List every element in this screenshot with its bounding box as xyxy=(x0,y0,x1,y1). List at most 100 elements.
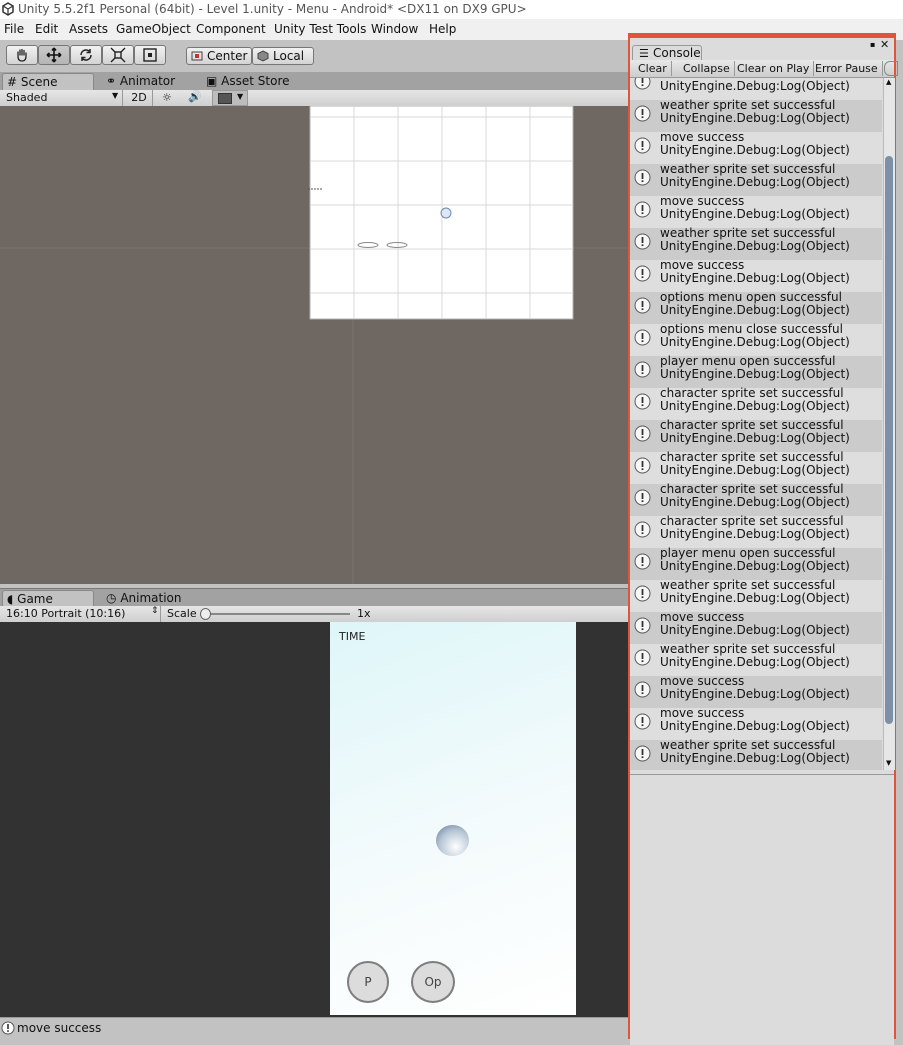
move-arrows-icon xyxy=(46,47,62,63)
menu-help[interactable]: Help xyxy=(429,22,456,36)
game-view[interactable]: TIME P Op xyxy=(0,622,630,1017)
list-item[interactable]: character sprite set successful UnityEngi… xyxy=(630,419,882,452)
pivot-label: Center xyxy=(207,49,248,63)
scroll-up-icon[interactable]: ▲ xyxy=(886,78,891,86)
search-icon[interactable] xyxy=(884,61,898,76)
list-item[interactable]: player menu open successful UnityEngine.D… xyxy=(630,547,882,580)
list-item[interactable]: move successUnityEngine.Debug:Log(Object… xyxy=(630,78,882,100)
tab-game[interactable]: ◖ Game xyxy=(2,590,94,607)
time-label: TIME xyxy=(339,630,366,643)
log-trace: UnityEngine.Debug:Log(Object) xyxy=(660,655,850,669)
menu-window[interactable]: Window xyxy=(371,22,418,36)
scene-view[interactable] xyxy=(0,106,630,584)
list-item[interactable]: options menu open successful UnityEngine.… xyxy=(630,291,882,324)
list-item[interactable]: weather sprite set successful UnityEngine… xyxy=(630,227,882,260)
console-scrollbar[interactable]: ▲ ▼ xyxy=(883,78,895,770)
game-screen: TIME P Op xyxy=(330,622,576,1015)
menu-component[interactable]: Component xyxy=(196,22,266,36)
list-item[interactable]: move successUnityEngine.Debug:Log(Object… xyxy=(630,707,882,740)
list-item[interactable]: character sprite set successful UnityEngi… xyxy=(630,451,882,484)
list-item[interactable]: weather sprite set successful UnityEngine… xyxy=(630,163,882,196)
list-item[interactable]: character sprite set successful UnityEngi… xyxy=(630,387,882,420)
console-list-icon: ☰ xyxy=(639,47,649,60)
tab-asset-store[interactable]: ▣ Asset Store xyxy=(202,73,312,90)
list-item[interactable]: move successUnityEngine.Debug:Log(Object… xyxy=(630,611,882,644)
effects-dropdown[interactable]: ▼ xyxy=(212,90,248,106)
rotate-tool-button[interactable] xyxy=(70,45,102,65)
scene-control-bar: Shaded ▼ 2D ☼ 🔊 ▼ xyxy=(0,90,630,107)
mode-2d-toggle[interactable]: 2D xyxy=(126,90,153,106)
scene-grid xyxy=(0,106,630,584)
player-menu-button[interactable]: P xyxy=(347,961,389,1003)
menu-file[interactable]: File xyxy=(4,22,24,36)
info-icon xyxy=(634,265,651,282)
info-icon xyxy=(634,489,651,506)
updown-arrow-icon: ⇕ xyxy=(151,606,159,616)
log-trace: UnityEngine.Debug:Log(Object) xyxy=(660,431,850,445)
tab-animator[interactable]: ⚭ Animator xyxy=(102,73,198,90)
list-item[interactable]: weather sprite set successful UnityEngine… xyxy=(630,99,882,132)
scale-slider-handle[interactable] xyxy=(200,608,211,620)
log-trace: UnityEngine.Debug:Log(Object) xyxy=(660,751,850,765)
tab-scene-label: Scene xyxy=(20,75,58,89)
player-ball xyxy=(436,825,469,856)
clear-button[interactable]: Clear xyxy=(634,61,672,76)
tab-scene[interactable]: # Scene xyxy=(2,73,94,90)
info-icon xyxy=(634,361,651,378)
scale-value: 1x xyxy=(357,607,371,620)
list-item[interactable]: weather sprite set successful UnityEngine… xyxy=(630,579,882,612)
scrollbar-thumb[interactable] xyxy=(885,156,893,724)
menu-edit[interactable]: Edit xyxy=(35,22,58,36)
error-pause-button[interactable]: Error Pause xyxy=(811,61,883,76)
log-trace: UnityEngine.Debug:Log(Object) xyxy=(660,623,850,637)
list-item[interactable]: weather sprite set successful UnityEngine… xyxy=(630,643,882,676)
list-item[interactable]: move successUnityEngine.Debug:Log(Object… xyxy=(630,675,882,708)
scroll-down-icon[interactable]: ▼ xyxy=(886,759,891,767)
close-icon[interactable]: ✕ xyxy=(880,38,889,51)
menu-assets[interactable]: Assets xyxy=(69,22,108,36)
log-trace: UnityEngine.Debug:Log(Object) xyxy=(660,143,850,157)
list-item[interactable]: weather sprite set successful UnityEngine… xyxy=(630,739,882,770)
options-menu-button[interactable]: Op xyxy=(411,961,455,1003)
pivot-icon xyxy=(191,51,203,61)
list-item[interactable]: move successUnityEngine.Debug:Log(Object… xyxy=(630,131,882,164)
console-tab[interactable]: ☰ Console xyxy=(632,45,702,60)
tab-animation[interactable]: ◷ Animation xyxy=(102,590,212,607)
collapse-button[interactable]: Collapse xyxy=(679,61,735,76)
scene-tab-bar: # Scene ⚭ Animator ▣ Asset Store xyxy=(0,72,630,90)
list-item[interactable]: player menu open successful UnityEngine.D… xyxy=(630,355,882,388)
console-log-list[interactable]: move successUnityEngine.Debug:Log(Object… xyxy=(630,78,882,770)
audio-toggle-icon[interactable]: 🔊 xyxy=(188,90,202,103)
menu-unity-test-tools[interactable]: Unity Test Tools xyxy=(274,22,366,36)
scale-tool-button[interactable] xyxy=(102,45,134,65)
rect-tool-button[interactable] xyxy=(134,45,166,65)
right-panel-edge xyxy=(896,40,903,1039)
pivot-center-toggle[interactable]: Center xyxy=(186,47,252,65)
space-local-toggle[interactable]: Local xyxy=(252,47,314,65)
aspect-label: 16:10 Portrait (10:16) xyxy=(6,607,126,620)
console-detail-pane xyxy=(630,774,894,1045)
list-item[interactable]: move successUnityEngine.Debug:Log(Object… xyxy=(630,259,882,292)
list-item[interactable]: move successUnityEngine.Debug:Log(Object… xyxy=(630,195,882,228)
maximize-icon[interactable]: ▪ xyxy=(870,40,875,49)
list-item[interactable]: character sprite set successful UnityEngi… xyxy=(630,483,882,516)
move-tool-button[interactable] xyxy=(38,45,70,65)
hand-tool-button[interactable] xyxy=(6,45,38,65)
scale-slider-track[interactable] xyxy=(202,613,350,615)
clear-on-play-button[interactable]: Clear on Play xyxy=(733,61,815,76)
log-trace: UnityEngine.Debug:Log(Object) xyxy=(660,367,850,381)
info-icon xyxy=(634,617,651,634)
lighting-toggle-icon[interactable]: ☼ xyxy=(162,91,172,104)
info-icon xyxy=(634,553,651,570)
unity-logo-icon xyxy=(2,2,14,16)
log-trace: UnityEngine.Debug:Log(Object) xyxy=(660,239,850,253)
list-item[interactable]: options menu close successful UnityEngine… xyxy=(630,323,882,356)
title-bar: Unity 5.5.2f1 Personal (64bit) - Level 1… xyxy=(0,0,903,19)
shading-mode-dropdown[interactable]: Shaded ▼ xyxy=(0,90,123,106)
list-item[interactable]: character sprite set successful UnityEngi… xyxy=(630,515,882,548)
info-icon xyxy=(634,169,651,186)
menu-gameobject[interactable]: GameObject xyxy=(116,22,191,36)
aspect-ratio-dropdown[interactable]: 16:10 Portrait (10:16) ⇕ xyxy=(0,606,161,622)
status-bar[interactable]: move success xyxy=(0,1017,630,1040)
info-icon xyxy=(634,78,651,90)
